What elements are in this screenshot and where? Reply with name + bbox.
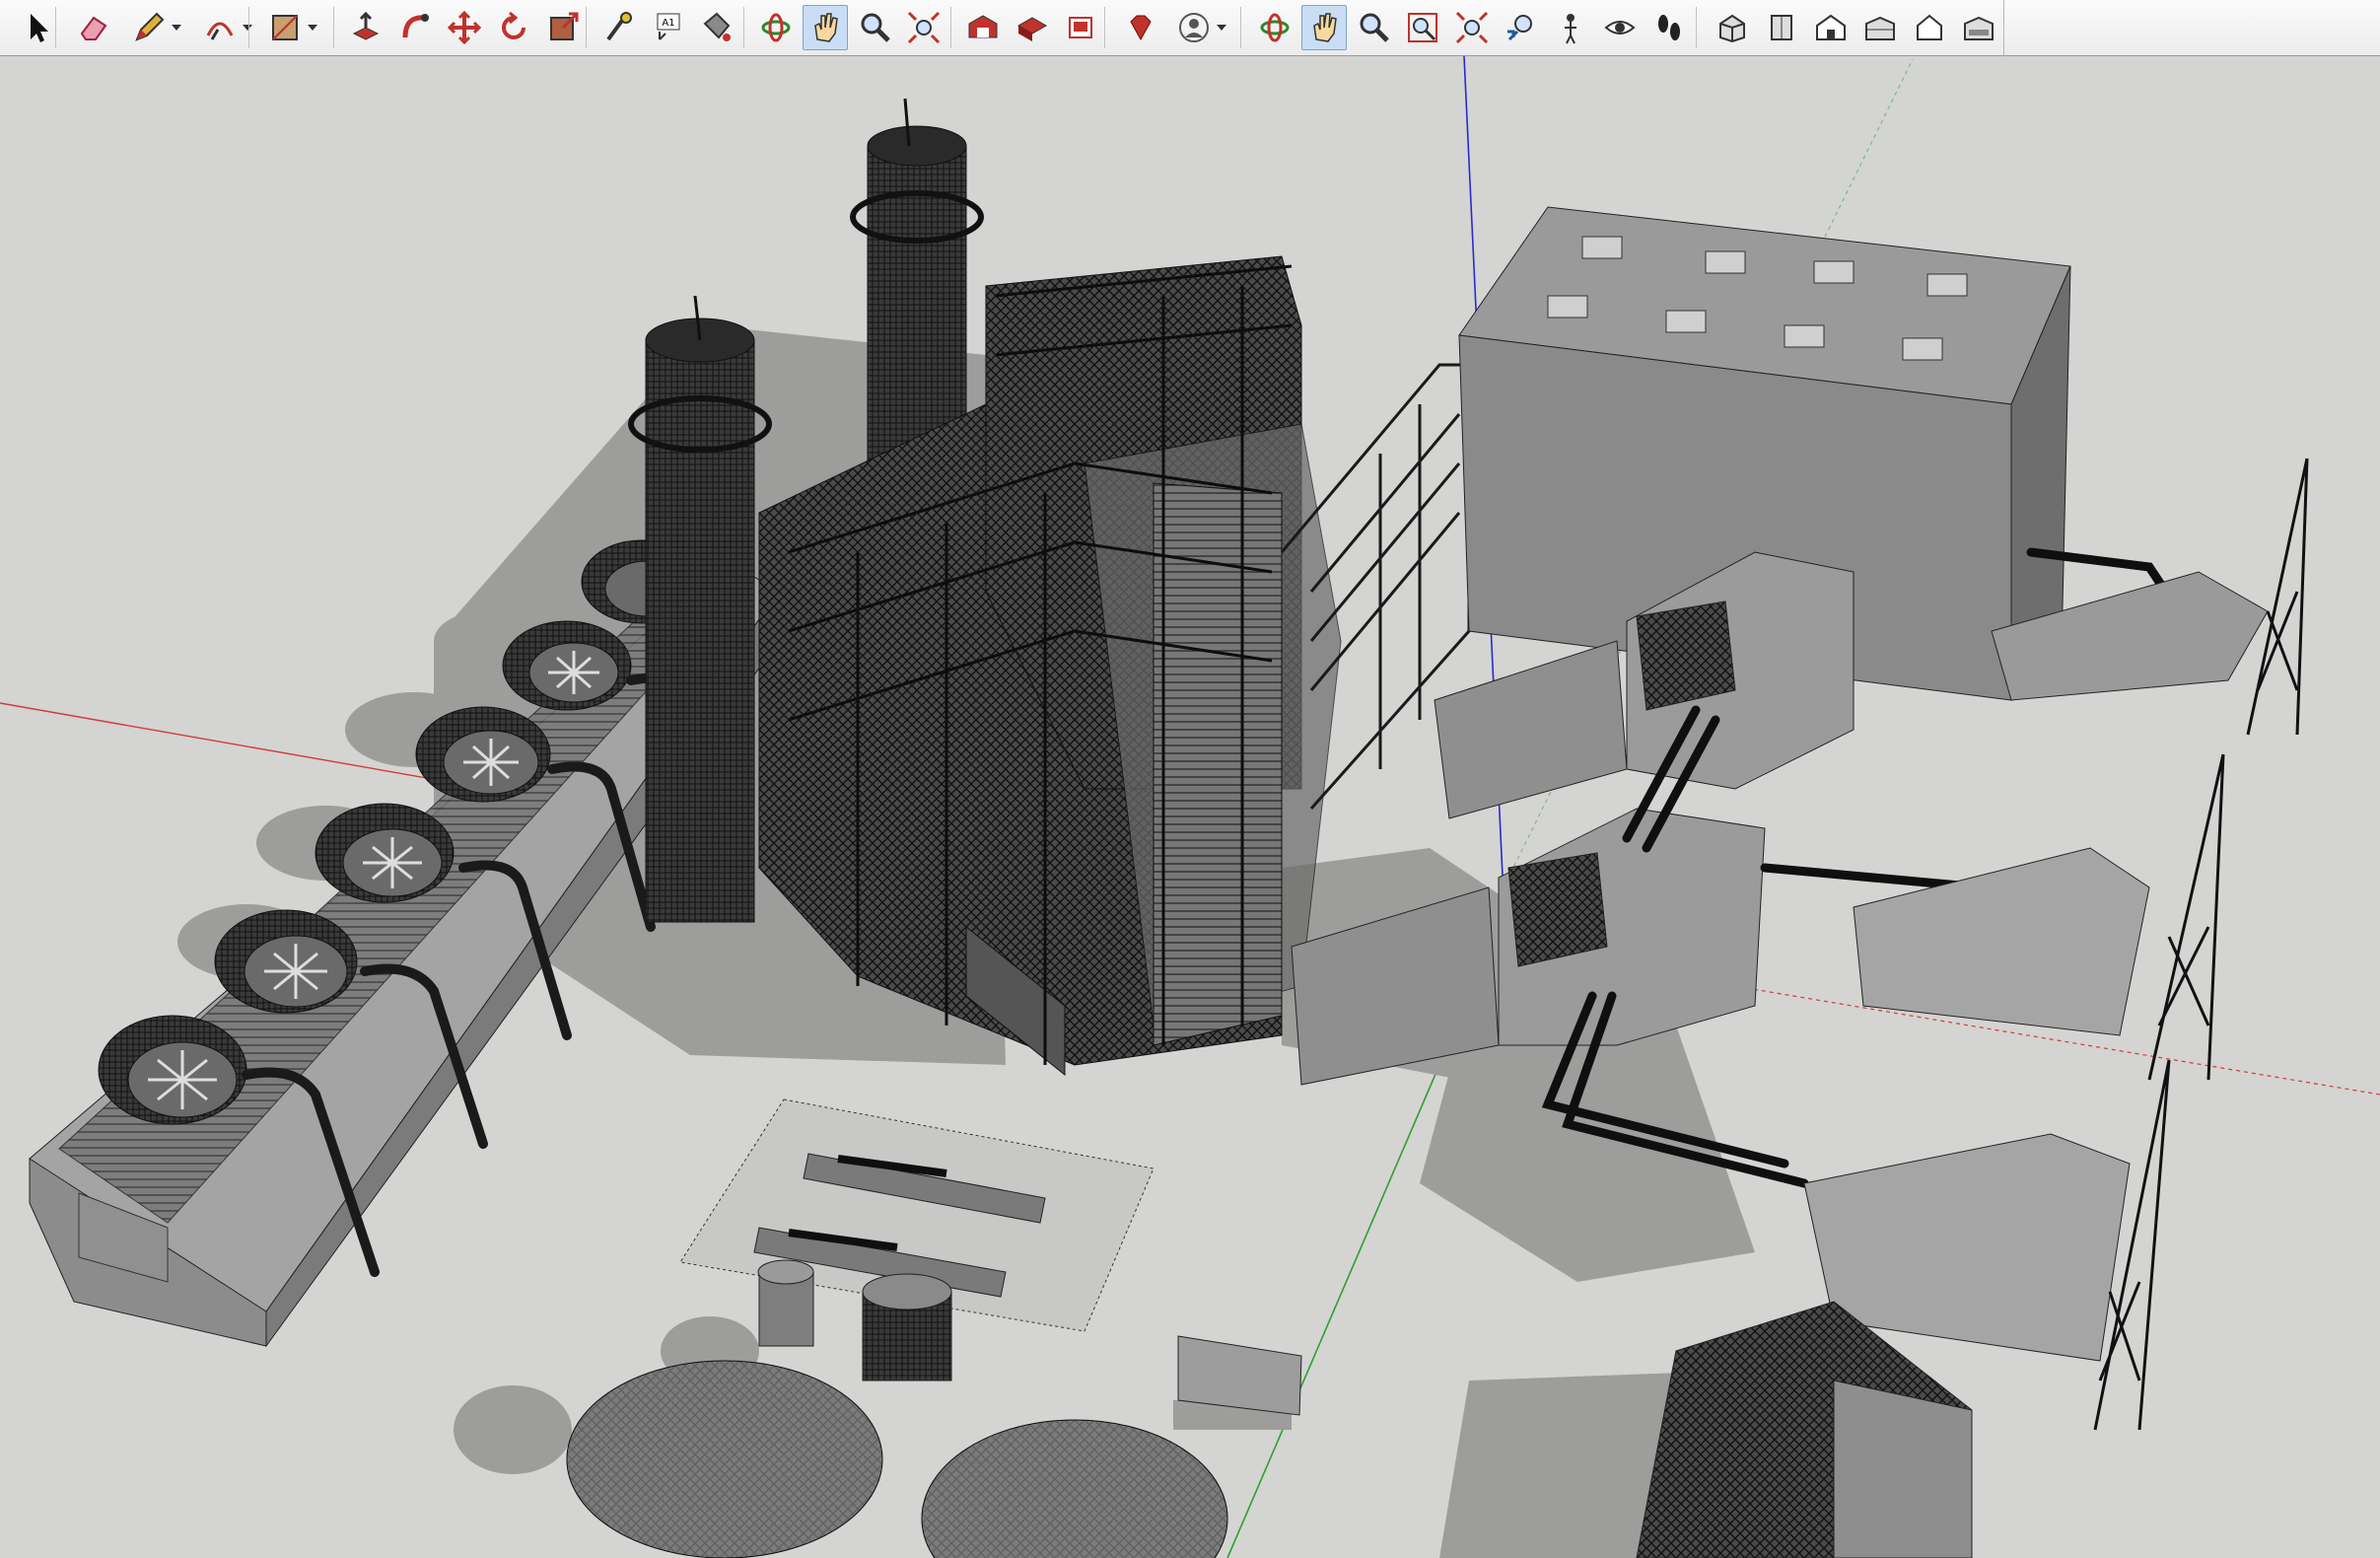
toolbar-separator (950, 7, 951, 48)
tape-measure-icon (600, 10, 636, 45)
pan-tool[interactable] (803, 5, 848, 50)
push-pull-icon (348, 10, 384, 45)
warehouse-icon (965, 10, 1001, 45)
extension-warehouse-tool[interactable] (1059, 5, 1104, 50)
toolbar-strip: A1 (0, 0, 2004, 55)
position-camera-icon (1553, 10, 1588, 45)
previous-view-icon (1504, 10, 1539, 45)
zoom-tool-2[interactable] (1351, 5, 1396, 50)
toolbar-separator (1240, 7, 1241, 48)
move-tool[interactable] (442, 5, 487, 50)
front-view-icon (1813, 10, 1849, 45)
eye-icon (1602, 10, 1638, 45)
pencil-icon (131, 10, 167, 45)
rectangle-tool[interactable] (262, 5, 308, 50)
hand-icon (1306, 10, 1342, 45)
text-icon: A1 (650, 10, 685, 45)
top-view-icon (1764, 10, 1799, 45)
position-camera-tool[interactable] (1548, 5, 1593, 50)
move-icon (447, 10, 482, 45)
svg-text:A1: A1 (662, 18, 674, 29)
toolbar-separator (1104, 7, 1105, 48)
share-model-tool[interactable] (1010, 5, 1055, 50)
toolbar-separator (248, 7, 249, 48)
line-tool-dropdown-arrow[interactable] (172, 25, 181, 31)
rotate-tool[interactable] (491, 5, 536, 50)
toolbar-separator (1696, 7, 1697, 48)
look-around-tool[interactable] (1597, 5, 1643, 50)
account-menu-dropdown-arrow[interactable] (1217, 25, 1226, 31)
toolbar-separator (586, 7, 587, 48)
hand-icon (807, 10, 843, 45)
ruby-gem-icon (1123, 10, 1158, 45)
walk-tool[interactable] (1646, 5, 1692, 50)
eraser-tool[interactable] (71, 5, 116, 50)
model-viewport[interactable] (0, 56, 2380, 1558)
orbit-tool[interactable] (753, 5, 799, 50)
account-menu[interactable] (1171, 5, 1217, 50)
zoom-extents-tool-2[interactable] (1449, 5, 1495, 50)
rectangle-icon (267, 10, 303, 45)
warehouse-tool[interactable] (960, 5, 1006, 50)
footprints-icon (1651, 10, 1687, 45)
tape-measure-tool[interactable] (595, 5, 641, 50)
line-tool[interactable] (126, 5, 172, 50)
follow-me-icon (397, 10, 433, 45)
storage-tanks[interactable] (566, 1360, 1228, 1558)
extension-icon (1064, 10, 1099, 45)
eraser-icon (76, 10, 111, 45)
paint-bucket-tool[interactable] (694, 5, 739, 50)
zoom-window-icon (1405, 10, 1440, 45)
account-icon (1176, 10, 1212, 45)
toolbar-separator (55, 7, 56, 48)
left-view-icon (1961, 10, 1996, 45)
zoom-extents-tool[interactable] (901, 5, 946, 50)
zoom-window-tool[interactable] (1400, 5, 1445, 50)
iso-view-icon (1715, 10, 1750, 45)
right-view-icon (1862, 10, 1898, 45)
main-toolbar: A1 (0, 0, 2380, 56)
magnifier-icon (857, 10, 892, 45)
zoom-extents-icon (1454, 10, 1490, 45)
back-view-icon (1912, 10, 1947, 45)
arrow-cursor-icon (21, 10, 56, 45)
arc-tool-dropdown-arrow[interactable] (243, 25, 252, 31)
rectangle-tool-dropdown-arrow[interactable] (308, 25, 317, 31)
right-view[interactable] (1857, 5, 1903, 50)
orbit-icon (758, 10, 794, 45)
toolbar-separator (333, 7, 334, 48)
pan-tool-2[interactable] (1301, 5, 1347, 50)
ruby-tool[interactable] (1118, 5, 1163, 50)
arc-icon (202, 10, 238, 45)
previous-view-tool[interactable] (1499, 5, 1544, 50)
scale-tool[interactable] (540, 5, 586, 50)
paint-bucket-icon (699, 10, 735, 45)
rotate-icon (496, 10, 531, 45)
push-pull-tool[interactable] (343, 5, 388, 50)
left-view[interactable] (1956, 5, 2001, 50)
top-view[interactable] (1759, 5, 1804, 50)
toolbar-separator (743, 7, 744, 48)
arc-tool[interactable] (197, 5, 243, 50)
magnifier-icon (1356, 10, 1391, 45)
share-model-icon (1015, 10, 1050, 45)
zoom-tool[interactable] (852, 5, 897, 50)
zoom-extents-icon (906, 10, 942, 45)
iso-view[interactable] (1710, 5, 1755, 50)
text-tool[interactable]: A1 (645, 5, 690, 50)
scale-icon (545, 10, 581, 45)
orbit-tool-2[interactable] (1252, 5, 1297, 50)
follow-me-tool[interactable] (392, 5, 438, 50)
back-view[interactable] (1907, 5, 1952, 50)
front-view[interactable] (1808, 5, 1854, 50)
orbit-icon (1257, 10, 1293, 45)
